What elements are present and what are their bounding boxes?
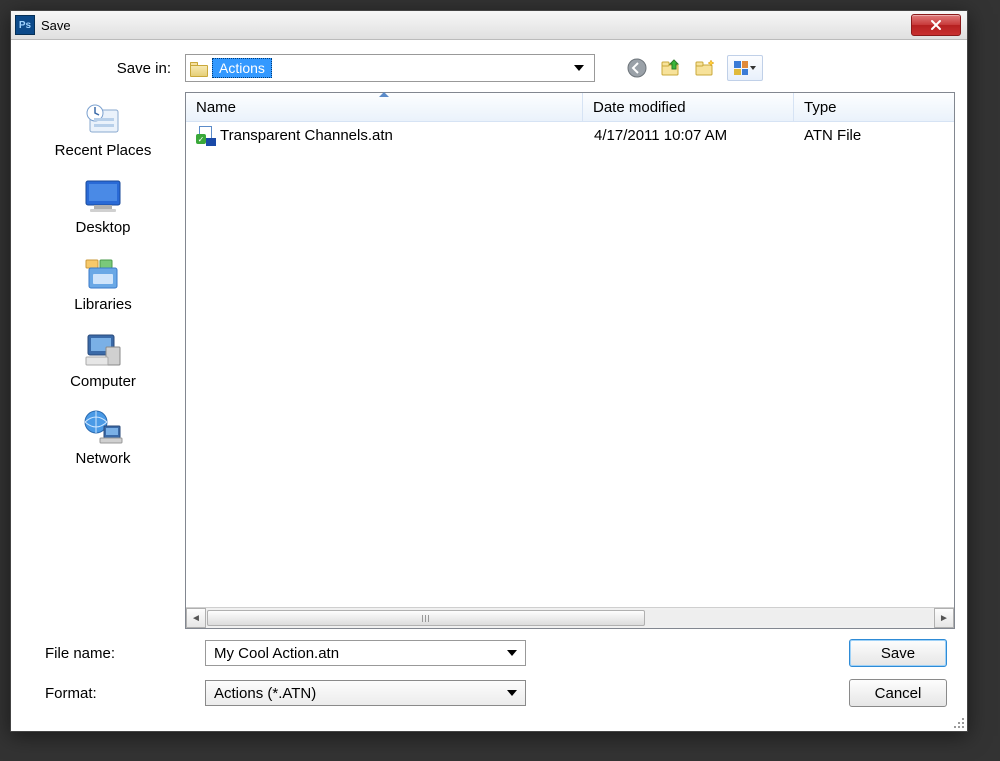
up-one-level-button[interactable] xyxy=(659,56,683,80)
sidebar-item-label: Desktop xyxy=(75,219,130,236)
folder-icon xyxy=(190,60,208,76)
scroll-right-button[interactable]: ► xyxy=(934,608,954,628)
scrollbar-thumb[interactable] xyxy=(207,610,645,626)
sidebar-item-network[interactable]: Network xyxy=(75,408,130,467)
window-title: Save xyxy=(41,18,911,33)
sidebar-item-label: Recent Places xyxy=(55,142,152,159)
file-list: Name Date modified Type xyxy=(185,92,955,629)
chevron-down-icon xyxy=(507,650,517,656)
column-header-date[interactable]: Date modified xyxy=(583,93,794,121)
atn-file-icon: ✓ xyxy=(196,126,214,144)
sidebar-item-label: Computer xyxy=(70,373,136,390)
file-name: Transparent Channels.atn xyxy=(220,127,393,144)
back-icon xyxy=(626,57,648,79)
cancel-button[interactable]: Cancel xyxy=(849,679,947,707)
column-header-label: Type xyxy=(804,99,837,116)
recent-places-icon xyxy=(80,100,126,140)
views-button[interactable] xyxy=(727,55,763,81)
file-row[interactable]: ✓ Transparent Channels.atn 4/17/2011 10:… xyxy=(186,122,954,149)
libraries-icon xyxy=(80,254,126,294)
sort-ascending-icon xyxy=(379,92,389,97)
horizontal-scrollbar[interactable]: ◄ ► xyxy=(186,607,954,628)
filename-input[interactable]: My Cool Action.atn xyxy=(205,640,526,666)
close-icon xyxy=(929,19,943,31)
titlebar: Ps Save xyxy=(11,11,967,40)
column-header-type[interactable]: Type xyxy=(794,93,954,121)
bottom-form: File name: My Cool Action.atn Save Forma… xyxy=(19,629,959,723)
save-in-label: Save in: xyxy=(31,60,175,77)
views-icon xyxy=(734,61,748,75)
back-button[interactable] xyxy=(625,56,649,80)
scroll-left-button[interactable]: ◄ xyxy=(186,608,206,628)
column-header-label: Date modified xyxy=(593,99,686,116)
photoshop-icon: Ps xyxy=(15,15,35,35)
filename-value: My Cool Action.atn xyxy=(214,645,339,662)
sidebar-item-computer[interactable]: Computer xyxy=(70,331,136,390)
toolbar xyxy=(625,55,763,81)
sidebar-item-desktop[interactable]: Desktop xyxy=(75,177,130,236)
close-button[interactable] xyxy=(911,14,961,36)
chevron-down-icon xyxy=(507,690,517,696)
places-sidebar: Recent Places Desktop xyxy=(23,92,183,629)
format-value: Actions (*.ATN) xyxy=(214,685,316,702)
folder-up-icon xyxy=(660,57,682,79)
save-in-combo[interactable]: Actions xyxy=(185,54,595,82)
sidebar-item-label: Libraries xyxy=(74,296,132,313)
new-folder-button[interactable] xyxy=(693,56,717,80)
sidebar-item-recent[interactable]: Recent Places xyxy=(55,100,152,159)
column-headers: Name Date modified Type xyxy=(186,93,954,122)
sidebar-item-label: Network xyxy=(75,450,130,467)
column-header-name[interactable]: Name xyxy=(186,93,583,121)
desktop-icon xyxy=(80,177,126,217)
chevron-down-icon xyxy=(574,65,584,71)
filename-label: File name: xyxy=(31,645,195,662)
computer-icon xyxy=(80,331,126,371)
scrollbar-track[interactable] xyxy=(207,610,933,626)
network-icon xyxy=(80,408,126,448)
button-label: Save xyxy=(881,645,915,662)
format-select[interactable]: Actions (*.ATN) xyxy=(205,680,526,706)
client-area: Save in: Actions xyxy=(11,40,967,731)
sidebar-item-libraries[interactable]: Libraries xyxy=(74,254,132,313)
save-button[interactable]: Save xyxy=(849,639,947,667)
resize-grip[interactable] xyxy=(951,715,965,729)
save-in-row: Save in: Actions xyxy=(19,52,959,88)
format-label: Format: xyxy=(31,685,195,702)
middle-area: Recent Places Desktop xyxy=(19,88,959,629)
file-type: ATN File xyxy=(794,127,954,144)
save-dialog: Ps Save Save in: Actions xyxy=(10,10,968,732)
chevron-down-icon xyxy=(750,66,756,70)
button-label: Cancel xyxy=(875,685,922,702)
current-folder-name: Actions xyxy=(212,58,272,78)
file-date: 4/17/2011 10:07 AM xyxy=(584,127,794,144)
new-folder-icon xyxy=(694,57,716,79)
column-header-label: Name xyxy=(196,99,236,116)
